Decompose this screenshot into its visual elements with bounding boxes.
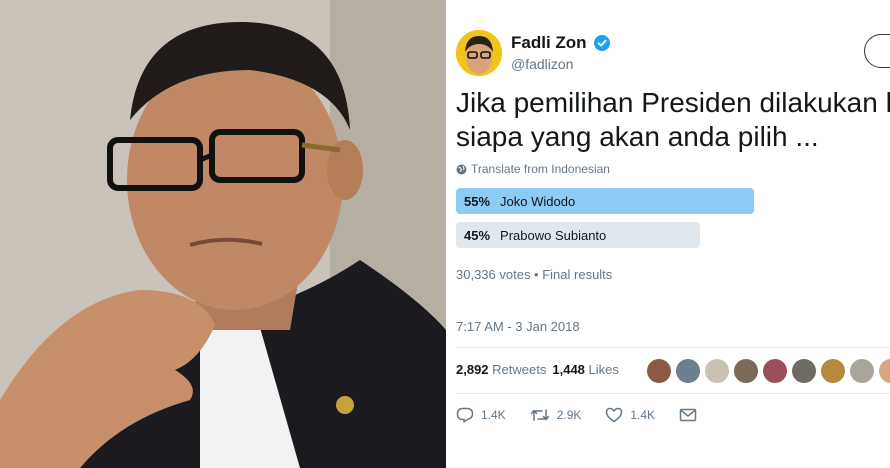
poll-option-label: Prabowo Subianto: [500, 227, 607, 243]
tweet-text: Jika pemilihan Presiden dilakukan hari s…: [456, 86, 890, 154]
likes-stat[interactable]: 1,448 Likes: [552, 362, 619, 377]
liker-avatar[interactable]: [792, 359, 816, 383]
tweet-actions: 1.4K 2.9K 1.4K: [456, 407, 721, 423]
poll-option-percent: 45%: [464, 227, 491, 243]
envelope-icon: [679, 408, 697, 422]
translate-label: Translate from Indonesian: [471, 162, 610, 176]
tweet-timestamp[interactable]: 7:17 AM - 3 Jan 2018: [456, 319, 580, 334]
follow-button[interactable]: [864, 34, 890, 68]
verified-badge-icon: [594, 35, 610, 51]
tweet-text-line-2: siapa yang akan anda pilih ...: [456, 121, 819, 152]
liker-avatar[interactable]: [705, 359, 729, 383]
liker-avatar[interactable]: [734, 359, 758, 383]
globe-icon: [456, 164, 467, 174]
like-button[interactable]: 1.4K: [605, 407, 655, 423]
direct-message-button[interactable]: [679, 408, 697, 422]
retweet-button[interactable]: 2.9K: [530, 407, 582, 423]
divider: [456, 347, 890, 348]
like-count: 1.4K: [630, 408, 656, 422]
liker-avatar[interactable]: [647, 359, 671, 383]
translate-link[interactable]: Translate from Indonesian: [456, 162, 610, 176]
liker-avatar[interactable]: [821, 359, 845, 383]
man-portrait-image: [0, 0, 446, 468]
likes-label: Likes: [588, 362, 619, 377]
poll-option-label: Joko Widodo: [500, 193, 576, 209]
retweets-label: Retweets: [492, 362, 547, 377]
tweet-text-line-1: Jika pemilihan Presiden dilakukan hari: [456, 87, 890, 118]
liker-avatar[interactable]: [879, 359, 890, 383]
reply-button[interactable]: 1.4K: [456, 407, 506, 423]
poll-option-percent: 55%: [464, 193, 491, 209]
retweets-stat[interactable]: 2,892 Retweets: [456, 362, 546, 377]
heart-icon: [606, 407, 623, 423]
likes-count: 1,448: [552, 362, 585, 377]
poll-option-joko-widodo: 55% Joko Widodo: [456, 188, 754, 214]
profile-photo: [0, 0, 446, 468]
divider: [456, 393, 890, 394]
liker-avatars: [647, 359, 890, 383]
author-name[interactable]: Fadli Zon: [511, 33, 587, 53]
liker-avatar[interactable]: [676, 359, 700, 383]
avatar-image: [456, 30, 502, 76]
author-avatar[interactable]: [456, 30, 502, 76]
retweet-count: 2.9K: [556, 408, 582, 422]
liker-avatar[interactable]: [763, 359, 787, 383]
reply-count: 1.4K: [481, 408, 506, 422]
reply-icon: [456, 407, 474, 423]
engagement-stats: 2,892 Retweets 1,448 Likes: [456, 362, 619, 377]
author-handle[interactable]: @fadlizon: [511, 56, 573, 72]
poll-meta: 30,336 votes • Final results: [456, 267, 613, 282]
tweet-card: Fadli Zon @fadlizon Jika pemilihan Presi…: [446, 0, 890, 468]
retweet-icon: [530, 409, 549, 421]
retweets-count: 2,892: [456, 362, 489, 377]
liker-avatar[interactable]: [850, 359, 874, 383]
poll-option-prabowo-subianto: 45% Prabowo Subianto: [456, 222, 700, 248]
